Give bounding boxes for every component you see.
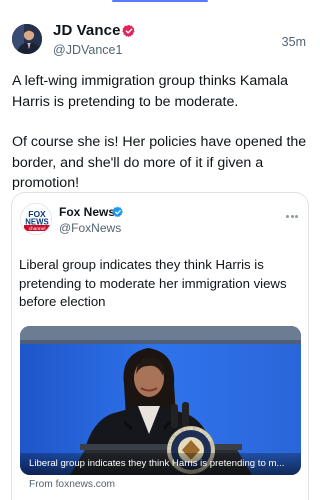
link-preview-image[interactable]: SEAL OF THE UNITED Liberal group indicat… xyxy=(20,326,301,475)
author-name[interactable]: JD Vance xyxy=(53,22,121,39)
image-caption-text: Liberal group indicates they think Harri… xyxy=(29,458,285,469)
quoted-tweet[interactable]: FOX NEWS channel Fox News @FoxNews Liber… xyxy=(11,192,309,500)
link-source[interactable]: From foxnews.com xyxy=(29,479,115,490)
quoted-tweet-text: Liberal group indicates they think Harri… xyxy=(19,257,287,309)
timestamp[interactable]: 35m xyxy=(282,35,306,49)
verified-badge-icon xyxy=(112,206,123,218)
tweet-text: A left-wing immigration group thinks Kam… xyxy=(12,71,312,194)
tweet-text-paragraph: Of course she is! Her policies have open… xyxy=(12,134,307,191)
author-handle[interactable]: @JDVance1 xyxy=(53,43,122,57)
more-dots-icon[interactable] xyxy=(286,205,300,218)
logo-text-news: NEWS xyxy=(25,218,48,227)
logo-text-channel: channel xyxy=(29,226,46,232)
quoted-author-name[interactable]: Fox News xyxy=(59,205,115,219)
quoted-author-handle[interactable]: @FoxNews xyxy=(59,221,121,235)
fox-news-logo-icon: FOX NEWS channel xyxy=(21,204,51,234)
image-caption: Liberal group indicates they think Harri… xyxy=(20,453,301,475)
fox-news-logo[interactable]: FOX NEWS channel xyxy=(20,203,52,235)
tweet[interactable]: JD Vance @JDVance1 35m A left-wing immig… xyxy=(0,0,320,500)
avatar[interactable] xyxy=(12,24,42,54)
tweet-text-paragraph: A left-wing immigration group thinks Kam… xyxy=(12,73,288,110)
verified-badge-icon xyxy=(122,24,135,38)
profile-photo-icon xyxy=(12,24,42,54)
